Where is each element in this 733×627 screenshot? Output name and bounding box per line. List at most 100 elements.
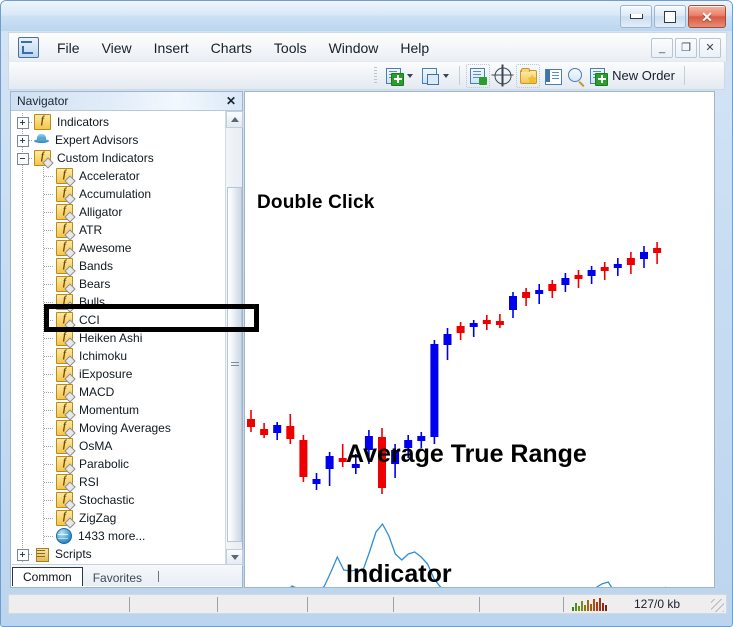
signal-bar [590, 604, 592, 611]
metatrader-window: ✕ File View Insert Charts Tools Window H… [0, 0, 733, 627]
tree-item-stochastic[interactable]: f Stochastic [12, 491, 221, 509]
navigator-scrollbar[interactable] [225, 111, 243, 566]
tree-item-accelerator[interactable]: f Accelerator [12, 167, 221, 185]
tree-line [43, 347, 44, 365]
tree-item-1433-more[interactable]: 1433 more... [12, 527, 221, 545]
tree-item-ichimoku[interactable]: f Ichimoku [12, 347, 221, 365]
signal-bar [587, 600, 589, 611]
tree-line [44, 338, 54, 339]
profiles-button[interactable] [419, 65, 441, 87]
new-chart-dropdown-icon[interactable] [407, 73, 414, 78]
double-click-label: Double Click [257, 192, 375, 213]
tree-item-osma[interactable]: f OsMA [12, 437, 221, 455]
tree-line [22, 419, 23, 437]
tab-common[interactable]: Common [12, 567, 83, 586]
menu-item-insert[interactable]: Insert [143, 37, 200, 59]
new-order-button[interactable]: New Order [589, 67, 679, 86]
terminal-button[interactable] [542, 65, 564, 87]
tree-line [22, 275, 23, 293]
tree-gutter [12, 293, 56, 311]
tree-item-alligator[interactable]: f Alligator [12, 203, 221, 221]
window-controls: ✕ [620, 5, 726, 28]
chevron-up-icon [230, 117, 239, 122]
window-minimize-button[interactable] [620, 5, 652, 28]
tree-item-indicators[interactable]: f Indicators [12, 113, 221, 131]
tree-item-label: CCI [79, 313, 100, 327]
tree-line [44, 374, 54, 375]
menu-item-help[interactable]: Help [389, 37, 440, 59]
tree-line [22, 401, 23, 419]
tree-item-cci[interactable]: f CCI [12, 311, 221, 329]
menu-item-charts[interactable]: Charts [200, 37, 263, 59]
tree-item-bands[interactable]: f Bands [12, 257, 221, 275]
globe-icon [56, 528, 72, 544]
menu-item-file[interactable]: File [46, 37, 91, 59]
tree-item-scripts[interactable]: Scripts [12, 545, 221, 563]
tree-line [44, 284, 54, 285]
tree-item-momentum[interactable]: f Momentum [12, 401, 221, 419]
profiles-dropdown-icon[interactable] [443, 73, 450, 78]
tree-item-custom-indicators[interactable]: f Custom Indicators [12, 149, 221, 167]
status-divider [307, 597, 308, 612]
tree-line [44, 392, 54, 393]
menu-item-window[interactable]: Window [318, 37, 390, 59]
tree-item-macd[interactable]: f MACD [12, 383, 221, 401]
tree-line [22, 203, 23, 221]
navigator-close-icon[interactable]: ✕ [224, 93, 238, 108]
tree-line [43, 293, 44, 311]
window-close-button[interactable]: ✕ [688, 5, 726, 28]
tree-item-expert-advisors[interactable]: Expert Advisors [12, 131, 221, 149]
scrollbar-thumb[interactable] [227, 187, 242, 542]
new-order-label: New Order [612, 68, 675, 83]
navigator-tabs: Common Favorites [12, 564, 242, 586]
fsub-icon: f [56, 258, 73, 274]
tree-item-parabolic[interactable]: f Parabolic [12, 455, 221, 473]
tree-item-label: 1433 more... [78, 529, 146, 543]
tree-item-atr[interactable]: f ATR [12, 221, 221, 239]
tree-item-heiken-ashi[interactable]: f Heiken Ashi [12, 329, 221, 347]
tree-line [44, 320, 54, 321]
candle-body [273, 425, 282, 433]
expand-icon[interactable] [17, 135, 29, 147]
f-icon: f [34, 114, 51, 130]
new-chart-button[interactable] [383, 65, 405, 87]
mdi-close-button[interactable]: ✕ [699, 38, 721, 58]
scroll-up-button[interactable] [226, 111, 243, 128]
menu-item-tools[interactable]: Tools [263, 37, 318, 59]
tree-gutter [12, 203, 56, 221]
expand-icon[interactable] [17, 549, 29, 561]
tree-line [43, 203, 44, 221]
tree-gutter [12, 221, 56, 239]
tree-item-accumulation[interactable]: f Accumulation [12, 185, 221, 203]
resize-grip-icon[interactable] [711, 599, 724, 612]
tree-item-label: Accumulation [79, 187, 152, 201]
crosshair-button[interactable] [491, 64, 514, 87]
window-maximize-button[interactable] [654, 5, 686, 28]
mdi-restore-button[interactable]: ❐ [675, 38, 697, 58]
templates-button[interactable]: ★ [516, 63, 541, 88]
expand-icon[interactable] [17, 117, 29, 129]
zoom-button[interactable] [566, 65, 588, 87]
indicators-button[interactable] [466, 63, 491, 88]
toolbar-grip[interactable] [374, 67, 378, 84]
tree-item-moving-averages[interactable]: f Moving Averages [12, 419, 221, 437]
tree-item-awesome[interactable]: f Awesome [12, 239, 221, 257]
collapse-icon[interactable] [17, 153, 29, 165]
tree-item-rsi[interactable]: f RSI [12, 473, 221, 491]
tree-line [44, 266, 54, 267]
tree-line [43, 329, 44, 347]
tab-favorites[interactable]: Favorites [83, 569, 152, 586]
signal-bar [593, 599, 595, 611]
mdi-minimize-button[interactable]: _ [651, 38, 673, 58]
tree-gutter [12, 347, 56, 365]
tree-item-iexposure[interactable]: f iExposure [12, 365, 221, 383]
tree-item-bulls[interactable]: f Bulls [12, 293, 221, 311]
signal-bars-icon [572, 598, 608, 611]
metatrader-logo-icon [18, 37, 39, 58]
tree-item-zigzag[interactable]: f ZigZag [12, 509, 221, 527]
tree-item-bears[interactable]: f Bears [12, 275, 221, 293]
navigator-title-bar: Navigator ✕ [11, 92, 242, 111]
chart-area[interactable]: Double Click Average True Range Indicato… [244, 91, 715, 588]
signal-bar [599, 598, 601, 611]
menu-item-view[interactable]: View [91, 37, 143, 59]
